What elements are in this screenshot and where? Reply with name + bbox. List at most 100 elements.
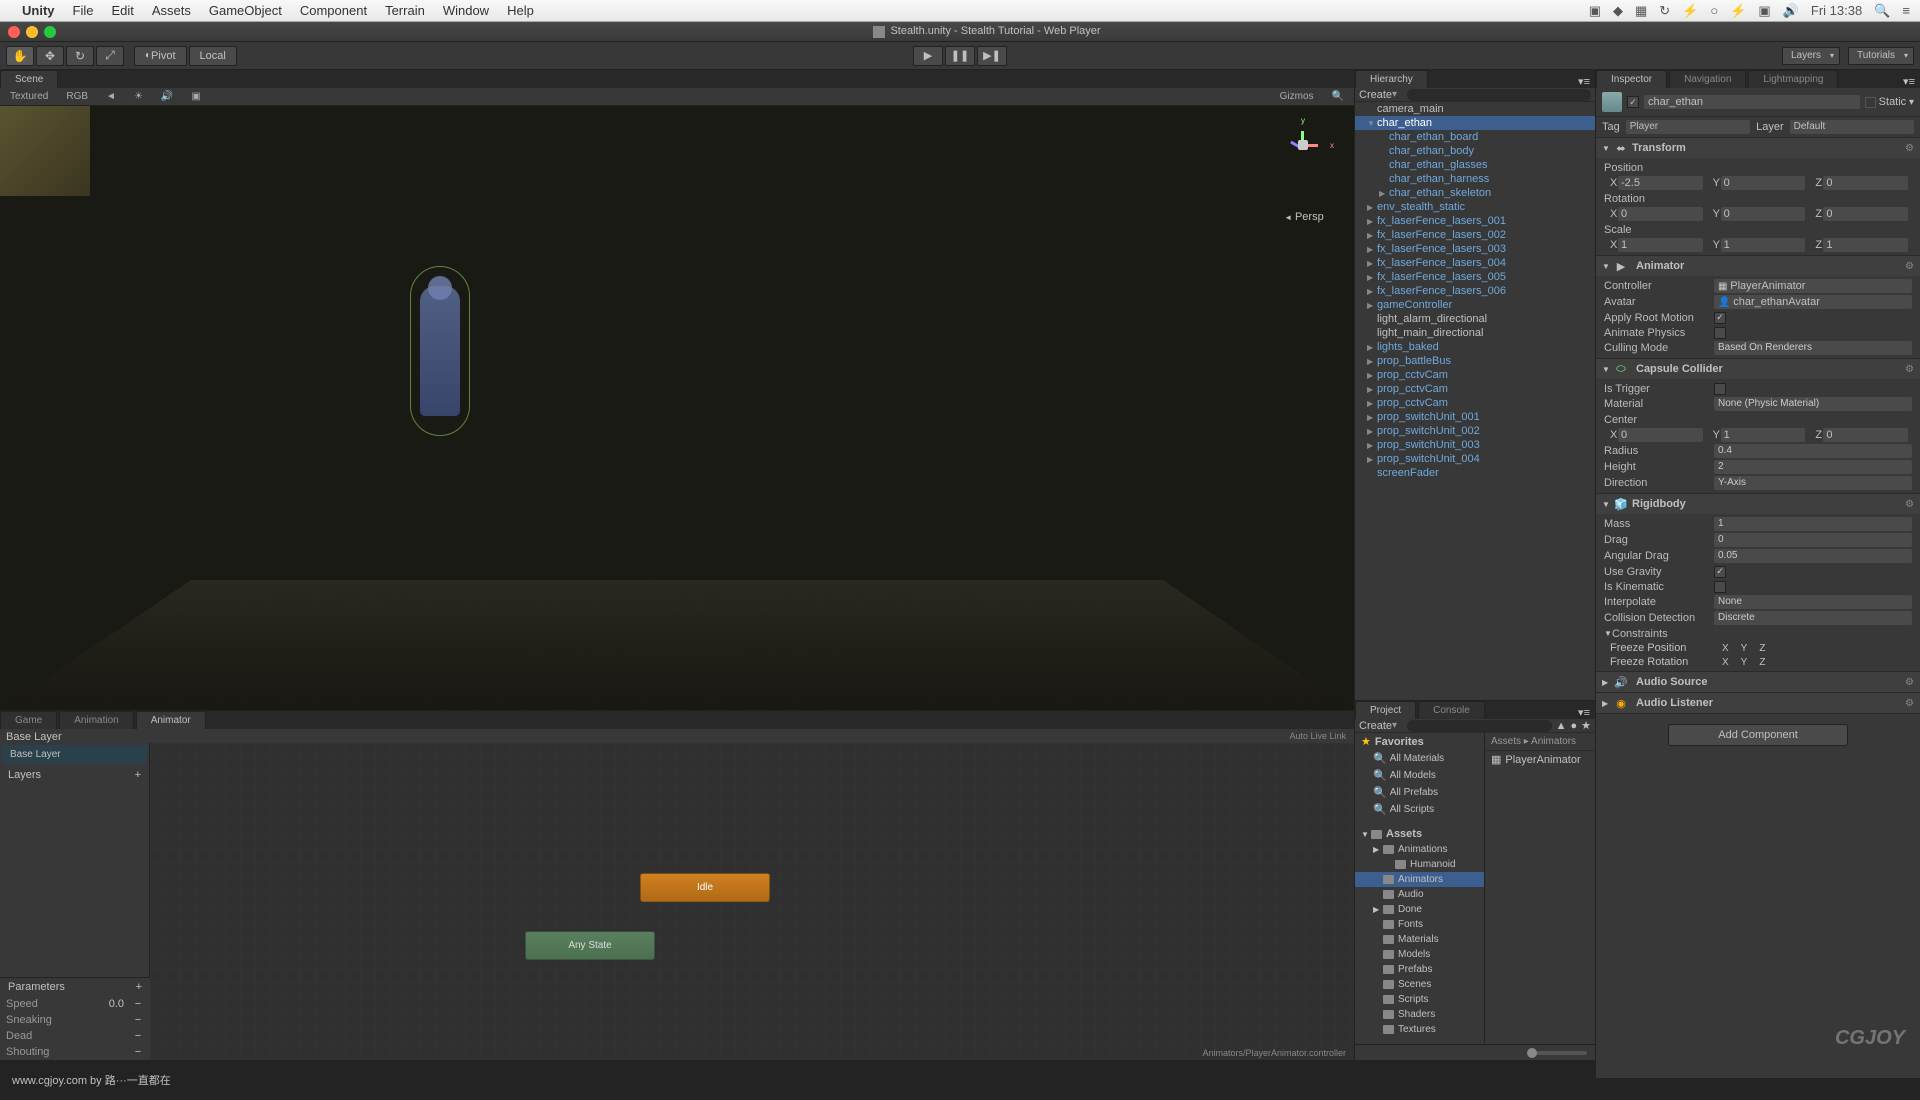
- hierarchy-item[interactable]: ▶lights_baked: [1355, 340, 1595, 354]
- play-button[interactable]: ▶: [913, 46, 943, 66]
- folder-item[interactable]: Models: [1355, 947, 1484, 962]
- pos-y[interactable]: 0: [1721, 176, 1806, 190]
- state-any[interactable]: Any State: [525, 931, 655, 960]
- scene-fx-toggle[interactable]: ▣: [185, 91, 206, 102]
- favorite-item[interactable]: 🔍All Scripts: [1355, 801, 1484, 818]
- hierarchy-item[interactable]: ▶prop_switchUnit_002: [1355, 424, 1595, 438]
- mass-field[interactable]: 1: [1714, 517, 1912, 531]
- use-gravity-checkbox[interactable]: [1714, 566, 1726, 578]
- scene-orientation-gizmo[interactable]: y x ◄ Persp: [1274, 126, 1334, 206]
- param-row[interactable]: Speed0.0−: [0, 996, 150, 1012]
- project-breadcrumb[interactable]: Assets ▸ Animators: [1485, 733, 1595, 751]
- add-component-button[interactable]: Add Component: [1668, 724, 1848, 746]
- cen-z[interactable]: 0: [1823, 428, 1908, 442]
- hierarchy-item[interactable]: ▶fx_laserFence_lasers_005: [1355, 270, 1595, 284]
- panel-menu-icon[interactable]: ▾≡: [1578, 706, 1595, 719]
- pos-x[interactable]: -2.5: [1618, 176, 1703, 190]
- local-toggle[interactable]: Local: [189, 46, 237, 66]
- navigation-tab[interactable]: Navigation: [1669, 70, 1746, 88]
- favorite-item[interactable]: 🔍All Prefabs: [1355, 784, 1484, 801]
- hierarchy-item[interactable]: char_ethan_body: [1355, 144, 1595, 158]
- pos-z[interactable]: 0: [1823, 176, 1908, 190]
- hierarchy-item[interactable]: ▶fx_laserFence_lasers_003: [1355, 242, 1595, 256]
- scene-character[interactable]: [400, 266, 480, 446]
- capsule-header[interactable]: ▼⬭ Capsule Collider ⚙: [1596, 359, 1920, 379]
- menu-window[interactable]: Window: [443, 3, 489, 18]
- display-icon[interactable]: ▣: [1758, 3, 1770, 19]
- interpolate-dropdown[interactable]: None: [1714, 595, 1912, 609]
- close-window-button[interactable]: [8, 26, 20, 38]
- project-create[interactable]: Create: [1359, 720, 1392, 732]
- hierarchy-list[interactable]: camera_main▼char_ethanchar_ethan_boardch…: [1355, 102, 1595, 700]
- move-tool-button[interactable]: ✥: [36, 46, 64, 66]
- hierarchy-item[interactable]: ▶prop_switchUnit_001: [1355, 410, 1595, 424]
- folder-item[interactable]: Scenes: [1355, 977, 1484, 992]
- menu-file[interactable]: File: [73, 3, 94, 18]
- lightmapping-tab[interactable]: Lightmapping: [1748, 70, 1838, 88]
- folder-item[interactable]: Prefabs: [1355, 962, 1484, 977]
- spotlight-icon[interactable]: 🔍: [1874, 3, 1890, 19]
- cen-y[interactable]: 1: [1721, 428, 1806, 442]
- base-layer-item[interactable]: Base Layer: [2, 745, 147, 764]
- project-zoom-slider[interactable]: [1527, 1051, 1587, 1055]
- scene-2d-toggle[interactable]: ◄: [100, 91, 122, 102]
- status-icon-4[interactable]: ○: [1710, 3, 1718, 18]
- hierarchy-item[interactable]: ▶prop_cctvCam: [1355, 368, 1595, 382]
- rotate-tool-button[interactable]: ↻: [66, 46, 94, 66]
- search-star-icon[interactable]: ★: [1581, 719, 1591, 732]
- gameobject-name[interactable]: char_ethan: [1644, 95, 1860, 109]
- gizmos-dropdown[interactable]: Gizmos: [1274, 91, 1320, 102]
- project-tab[interactable]: Project: [1355, 701, 1416, 719]
- menu-terrain[interactable]: Terrain: [385, 3, 425, 18]
- hierarchy-item[interactable]: ▶fx_laserFence_lasers_004: [1355, 256, 1595, 270]
- hierarchy-item[interactable]: ▶fx_laserFence_lasers_002: [1355, 228, 1595, 242]
- add-param-button[interactable]: +: [136, 981, 142, 993]
- scl-x[interactable]: 1: [1618, 238, 1703, 252]
- scale-tool-button[interactable]: ⤢: [96, 46, 124, 66]
- favorite-item[interactable]: 🔍All Models: [1355, 767, 1484, 784]
- inspector-tab[interactable]: Inspector: [1596, 70, 1667, 88]
- project-search[interactable]: [1407, 720, 1552, 732]
- radius-field[interactable]: 0.4: [1714, 444, 1912, 458]
- layer-dropdown[interactable]: Default: [1790, 120, 1914, 134]
- menu-help[interactable]: Help: [507, 3, 534, 18]
- layers-dropdown[interactable]: Layers: [1782, 47, 1840, 65]
- animate-physics-checkbox[interactable]: [1714, 327, 1726, 339]
- sync-icon[interactable]: ↻: [1659, 3, 1670, 19]
- menu-assets[interactable]: Assets: [152, 3, 191, 18]
- hierarchy-item[interactable]: light_main_directional: [1355, 326, 1595, 340]
- transform-header[interactable]: ▼⬌ Transform ⚙: [1596, 138, 1920, 158]
- folder-item[interactable]: Materials: [1355, 932, 1484, 947]
- render-mode[interactable]: RGB: [60, 91, 94, 102]
- hierarchy-item[interactable]: ▶env_stealth_static: [1355, 200, 1595, 214]
- hierarchy-tab[interactable]: Hierarchy: [1355, 70, 1428, 88]
- scene-viewport[interactable]: y x ◄ Persp: [0, 106, 1354, 710]
- volume-icon[interactable]: 🔊: [1783, 3, 1799, 19]
- gear-icon[interactable]: ⚙: [1905, 364, 1914, 375]
- collision-dropdown[interactable]: Discrete: [1714, 611, 1912, 625]
- hierarchy-create[interactable]: Create: [1359, 89, 1392, 101]
- panel-menu-icon[interactable]: ▾≡: [1903, 75, 1920, 88]
- panel-menu-icon[interactable]: ▾≡: [1578, 75, 1595, 88]
- tag-dropdown[interactable]: Player: [1626, 120, 1750, 134]
- folder-item[interactable]: Fonts: [1355, 917, 1484, 932]
- drag-field[interactable]: 0: [1714, 533, 1912, 547]
- rot-z[interactable]: 0: [1823, 207, 1908, 221]
- hierarchy-item[interactable]: ▼char_ethan: [1355, 116, 1595, 130]
- hierarchy-item[interactable]: ▶char_ethan_skeleton: [1355, 186, 1595, 200]
- wifi-icon[interactable]: ⚡: [1730, 3, 1746, 19]
- auto-live-link[interactable]: Auto Live Link: [1289, 731, 1346, 741]
- avatar-field[interactable]: 👤 char_ethanAvatar: [1714, 295, 1912, 309]
- scene-tab[interactable]: Scene: [0, 70, 58, 88]
- hierarchy-item[interactable]: ▶prop_cctvCam: [1355, 396, 1595, 410]
- height-field[interactable]: 2: [1714, 460, 1912, 474]
- game-tab[interactable]: Game: [0, 711, 57, 729]
- state-idle[interactable]: Idle: [640, 873, 770, 902]
- phys-material-field[interactable]: None (Physic Material): [1714, 397, 1912, 411]
- animation-tab[interactable]: Animation: [59, 711, 133, 729]
- folder-item[interactable]: Shaders: [1355, 1007, 1484, 1022]
- param-row[interactable]: Shouting−: [0, 1044, 150, 1060]
- gear-icon[interactable]: ⚙: [1905, 499, 1914, 510]
- param-row[interactable]: Dead−: [0, 1028, 150, 1044]
- hierarchy-item[interactable]: ▶gameController: [1355, 298, 1595, 312]
